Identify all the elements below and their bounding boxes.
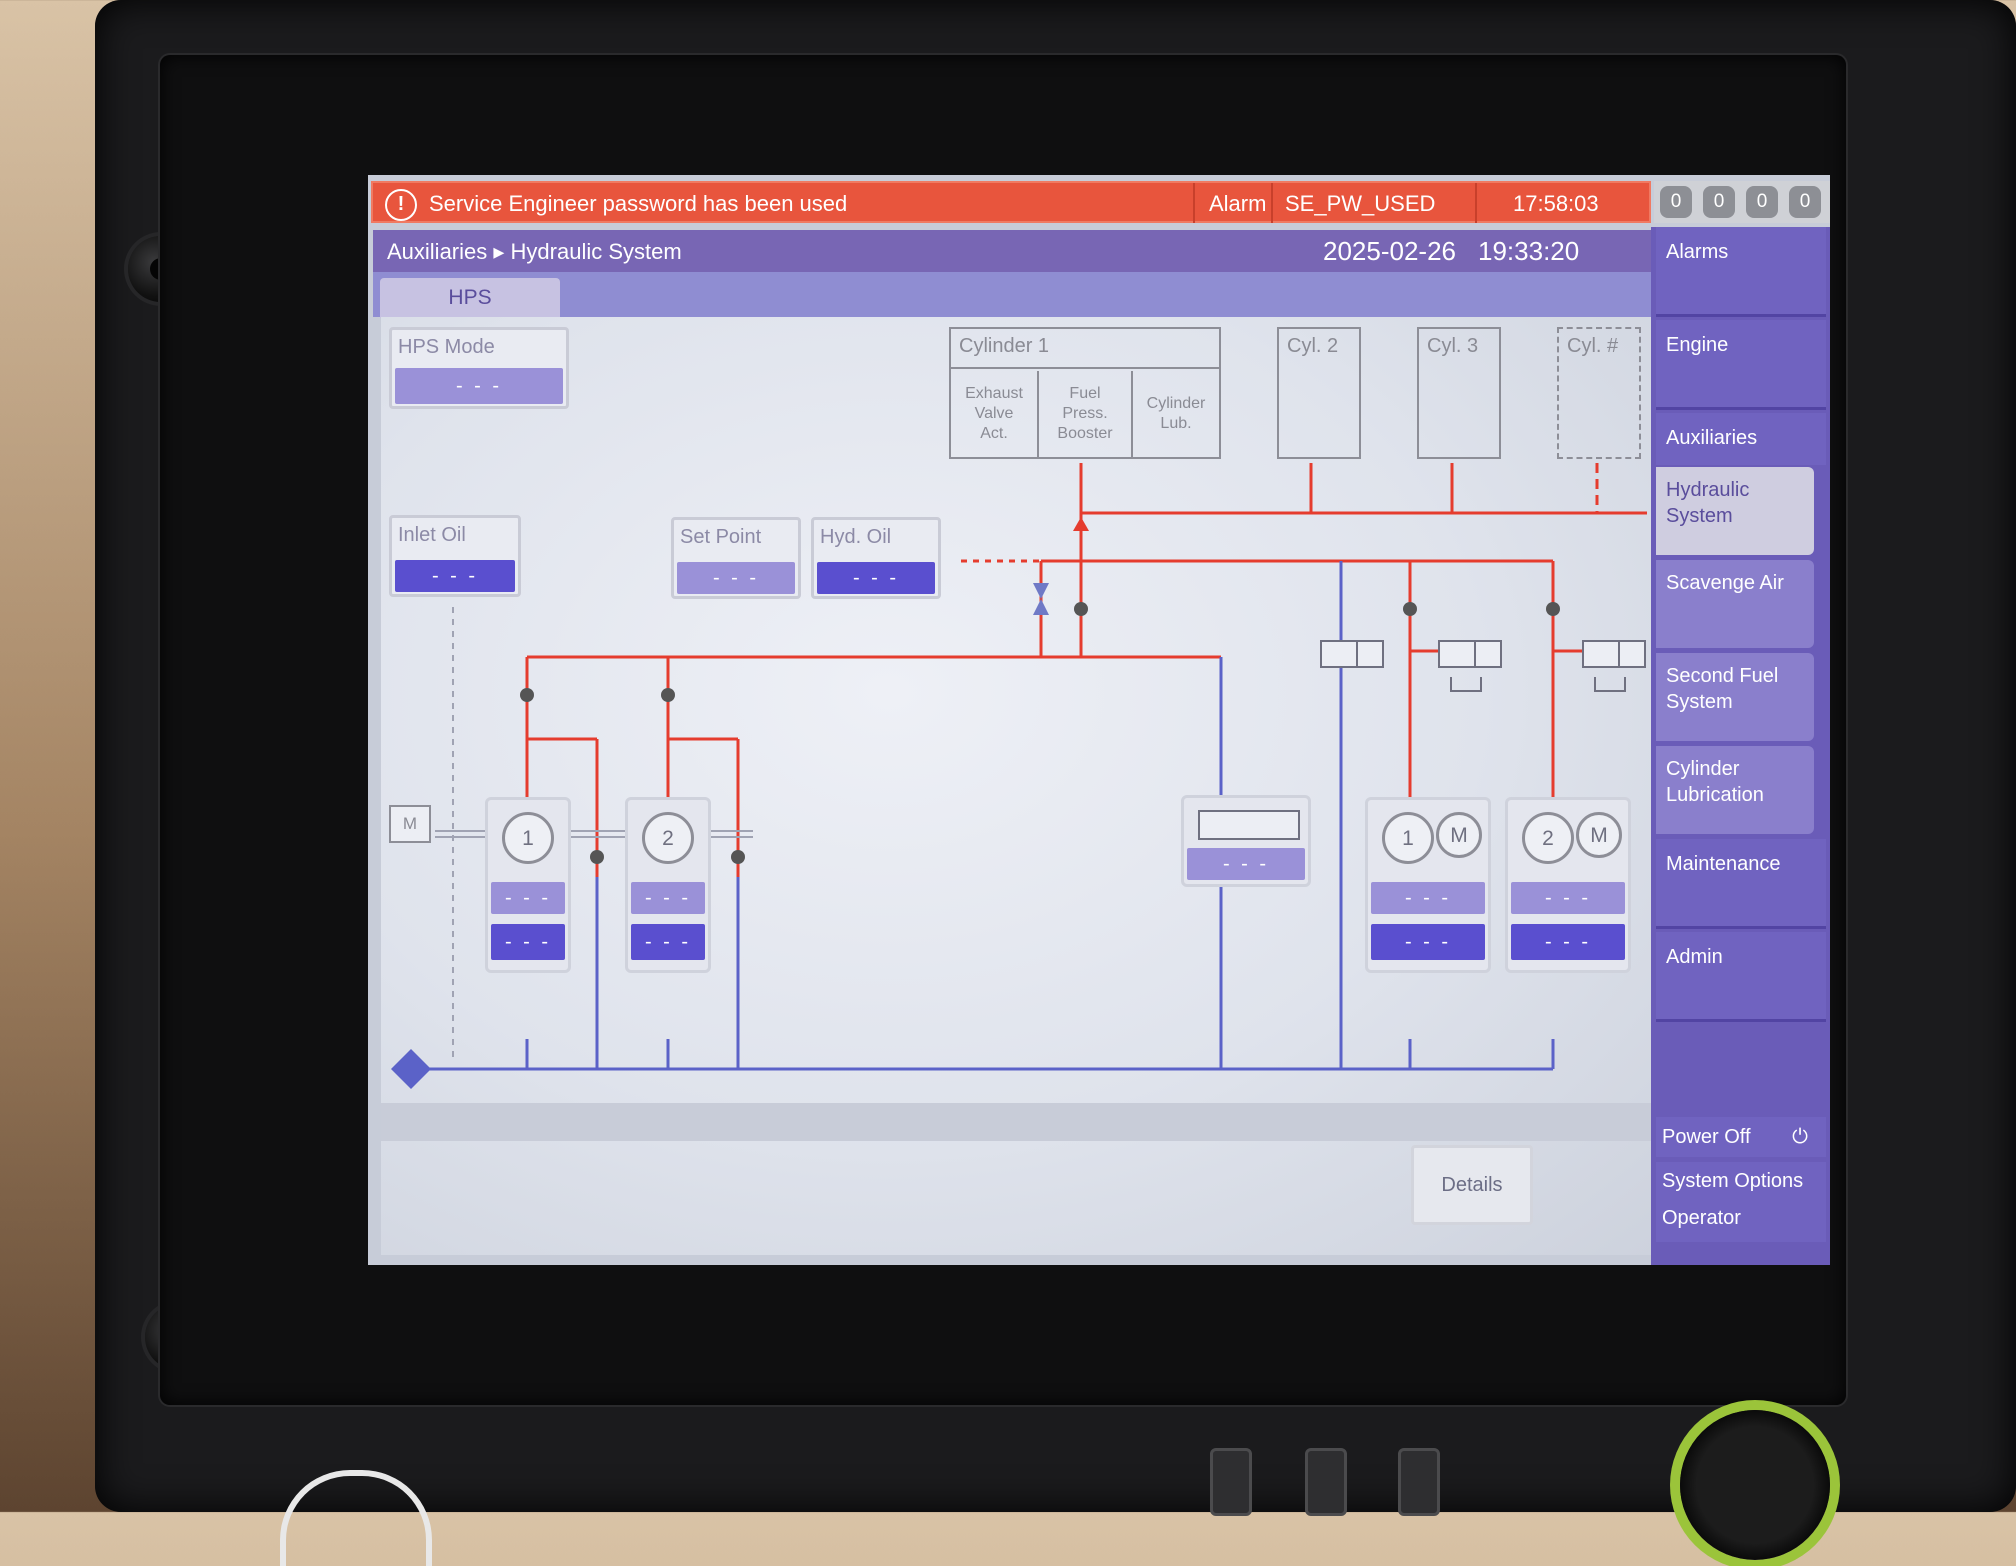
- cylinder-n-title: Cyl. #: [1567, 335, 1619, 357]
- valve-icon: [1198, 810, 1300, 840]
- nav-item-auxiliaries[interactable]: Auxiliaries: [1656, 413, 1826, 465]
- motor-symbol: M: [389, 805, 431, 843]
- engine-pump-2-card[interactable]: 2 - - - - - -: [625, 797, 711, 973]
- hps-mode-label: HPS Mode: [398, 336, 495, 358]
- usb-port: [1305, 1448, 1347, 1516]
- page-header: Auxiliaries ▸ Hydraulic System 2025-02-2…: [373, 230, 1651, 272]
- cylinder-3-box[interactable]: Cyl. 3: [1417, 327, 1501, 459]
- nav-sub-hydraulic-system[interactable]: Hydraulic System: [1656, 467, 1814, 555]
- electric-pump-2-value-1: - - -: [1511, 882, 1625, 914]
- alarm-bar[interactable]: ! Service Engineer password has been use…: [371, 181, 1651, 223]
- set-point-value: - - -: [677, 562, 795, 594]
- usb-port: [1210, 1448, 1252, 1516]
- tab-strip: HPS: [373, 272, 1651, 318]
- engine-pump-2-value-1: - - -: [631, 882, 705, 914]
- inlet-oil-label: Inlet Oil: [398, 524, 466, 546]
- details-button[interactable]: Details: [1411, 1145, 1533, 1225]
- power-off-label: Power Off: [1662, 1126, 1751, 1148]
- cylinder-2-box[interactable]: Cyl. 2: [1277, 327, 1361, 459]
- cylinder-1-box[interactable]: Cylinder 1 Exhaust Valve Act. Fuel Press…: [949, 327, 1221, 459]
- cylinder-1-title: Cylinder 1: [959, 335, 1050, 357]
- power-icon: ⏻: [1792, 1126, 1808, 1148]
- exhaust-valve-act-cell: Exhaust Valve Act.: [951, 371, 1039, 457]
- inlet-oil-value: - - -: [395, 560, 515, 592]
- tab-hps[interactable]: HPS: [380, 278, 560, 318]
- usb-port: [1398, 1448, 1440, 1516]
- system-options-panel[interactable]: System Options Operator: [1656, 1162, 1826, 1242]
- set-point-label: Set Point: [680, 526, 762, 548]
- electric-pump-1-card[interactable]: 1 M - - - - - -: [1365, 797, 1491, 973]
- inlet-oil-box[interactable]: Inlet Oil - - -: [389, 515, 521, 597]
- hps-mode-value: - - -: [395, 368, 563, 404]
- hyd-oil-box[interactable]: Hyd. Oil - - -: [811, 517, 941, 599]
- alarm-counter: 0: [1789, 186, 1821, 218]
- engine-pump-1-value-1: - - -: [491, 882, 565, 914]
- pressure-control-valve-card[interactable]: - - -: [1181, 795, 1311, 887]
- cylinder-lub-cell: Cylinder Lub.: [1146, 395, 1206, 432]
- nav-item-engine[interactable]: Engine: [1656, 320, 1826, 410]
- engine-pump-2-value-2: - - -: [631, 924, 705, 960]
- electric-pump-1-value-1: - - -: [1371, 882, 1485, 914]
- pump-icon: 2: [642, 812, 694, 864]
- cylinder-n-box[interactable]: Cyl. #: [1557, 327, 1641, 459]
- set-point-box[interactable]: Set Point - - -: [671, 517, 801, 599]
- cylinder-2-title: Cyl. 2: [1287, 335, 1339, 357]
- nav-sub-scavenge-air[interactable]: Scavenge Air: [1656, 560, 1814, 648]
- electric-pump-2-card[interactable]: 2 M - - - - - -: [1505, 797, 1631, 973]
- fuel-press-booster-cell: Fuel Press. Booster: [1039, 371, 1133, 457]
- alarm-divider: [1475, 183, 1477, 223]
- control-knob[interactable]: [1680, 1410, 1830, 1560]
- nav-sub-second-fuel-system[interactable]: Second Fuel System: [1656, 653, 1814, 741]
- hmi-screen: ! Service Engineer password has been use…: [368, 175, 1830, 1265]
- alarm-code: SE_PW_USED: [1285, 191, 1436, 216]
- motor-icon: M: [1576, 812, 1622, 858]
- hps-mode-box[interactable]: HPS Mode - - -: [389, 327, 569, 409]
- side-navigation: Alarms Engine Auxiliaries Hydraulic Syst…: [1651, 227, 1830, 1265]
- pump-icon: 2: [1522, 812, 1574, 864]
- system-options-label: System Options: [1662, 1170, 1804, 1192]
- engine-pump-1-card[interactable]: 1 - - - - - -: [485, 797, 571, 973]
- alarm-message: Service Engineer password has been used: [429, 191, 848, 216]
- alarm-type: Alarm: [1209, 191, 1267, 216]
- nav-item-alarms[interactable]: Alarms: [1656, 227, 1826, 317]
- power-off-button[interactable]: Power Off ⏻: [1656, 1117, 1826, 1157]
- pump-icon: 1: [1382, 812, 1434, 864]
- alarm-divider: [1193, 183, 1195, 223]
- nav-sub-cylinder-lubrication[interactable]: Cylinder Lubrication: [1656, 746, 1814, 834]
- breadcrumb[interactable]: Auxiliaries ▸ Hydraulic System: [387, 239, 682, 265]
- status-strip: [381, 1103, 1651, 1141]
- pump-icon: 1: [502, 812, 554, 864]
- electric-pump-2-value-2: - - -: [1511, 924, 1625, 960]
- motor-icon: M: [1436, 812, 1482, 858]
- hyd-oil-label: Hyd. Oil: [820, 526, 892, 548]
- alarm-counter: 0: [1660, 186, 1692, 218]
- alarm-divider: [1271, 183, 1273, 223]
- valve-value: - - -: [1187, 848, 1305, 880]
- cylinder-3-title: Cyl. 3: [1427, 335, 1479, 357]
- alarm-counter: 0: [1746, 186, 1778, 218]
- exclamation-circle-icon: !: [385, 189, 417, 221]
- engine-pump-1-value-2: - - -: [491, 924, 565, 960]
- operator-label: Operator: [1662, 1207, 1741, 1229]
- hyd-oil-value: - - -: [817, 562, 935, 594]
- nav-item-maintenance[interactable]: Maintenance: [1656, 839, 1826, 929]
- nav-item-admin[interactable]: Admin: [1656, 932, 1826, 1022]
- hydraulic-diagram: HPS Mode - - - Inlet Oil - - - Set Point…: [381, 317, 1651, 1255]
- header-date: 2025-02-26: [1323, 236, 1456, 266]
- electric-pump-1-value-2: - - -: [1371, 924, 1485, 960]
- header-time: 19:33:20: [1478, 236, 1580, 266]
- alarm-counters: 0 0 0 0: [1654, 181, 1830, 223]
- alarm-time: 17:58:03: [1513, 191, 1599, 216]
- alarm-counter: 0: [1703, 186, 1735, 218]
